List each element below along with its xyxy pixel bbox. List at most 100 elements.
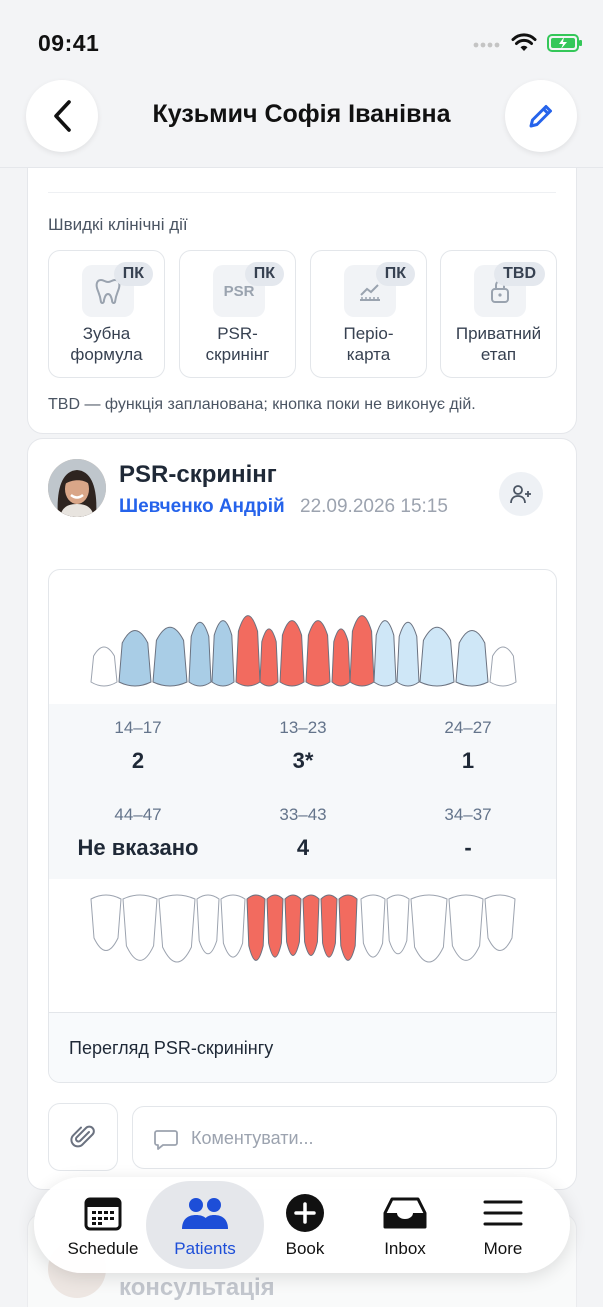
upper-tooth — [349, 615, 375, 687]
timestamp: 22.09.2026 15:15 — [300, 496, 448, 517]
quick-action-label: Зубна формула — [49, 323, 164, 365]
lower-tooth — [302, 894, 320, 956]
upper-tooth — [373, 620, 397, 687]
quick-action-label-line1: Періо- — [343, 324, 394, 343]
paperclip-icon — [70, 1125, 95, 1148]
wifi-icon — [511, 33, 537, 58]
upper-tooth — [419, 626, 455, 687]
tab-label: More — [483, 1239, 523, 1258]
sextant-label: 14–17 — [114, 718, 162, 737]
sextant-value: 3* — [292, 748, 314, 773]
status-bar: 09:41 — [0, 0, 603, 80]
lower-tooth — [448, 894, 484, 961]
tab-label: Inbox — [384, 1239, 426, 1258]
attach-button[interactable] — [48, 1103, 118, 1171]
person-add-icon — [510, 485, 531, 504]
status-badge: ПК — [113, 262, 153, 286]
quick-action-label: Приватний етап — [441, 323, 556, 365]
signal-icon — [473, 37, 501, 55]
tbd-note: TBD — функція запланована; кнопка поки н… — [48, 396, 476, 413]
sextant-label: 34–37 — [444, 805, 492, 824]
sextant-label: 44–47 — [114, 805, 162, 824]
sextant-label: 13–23 — [279, 718, 327, 737]
lower-tooth — [360, 894, 386, 958]
sextant-grid: 14–17 2 13–23 3* 24–27 1 44–47 Не вказан… — [49, 704, 556, 879]
status-badge: ПК — [375, 262, 415, 286]
psr-chart: 14–17 2 13–23 3* 24–27 1 44–47 Не вказан… — [48, 569, 557, 1083]
sextant-cell: 24–27 1 — [383, 718, 553, 774]
upper-tooth — [305, 620, 331, 687]
lower-tooth — [386, 894, 410, 955]
quick-action-label-line1: Приватний — [455, 324, 542, 343]
upper-tooth — [235, 615, 261, 687]
quick-action-dental-formula[interactable]: ПК Зубна формула — [48, 250, 165, 378]
lower-tooth — [484, 894, 516, 951]
comment-placeholder: Коментувати... — [191, 1128, 314, 1148]
edit-button[interactable] — [505, 80, 577, 152]
psr-view-link-label: Перегляд PSR-скринінгу — [69, 1038, 274, 1058]
tab-label: Schedule — [67, 1239, 139, 1258]
calendar-icon — [83, 1191, 123, 1235]
menu-icon — [483, 1191, 523, 1235]
upper-tooth — [396, 621, 420, 687]
sextant-cell: 13–23 3* — [218, 718, 388, 774]
quick-action-label-line1: Зубна — [82, 324, 131, 343]
sextant-cell: 14–17 2 — [53, 718, 223, 774]
quick-action-label-line2: етап — [480, 345, 517, 364]
quick-action-label: Періо- карта — [311, 323, 426, 365]
sextant-value: Не вказано — [77, 835, 199, 860]
lower-tooth — [410, 894, 448, 963]
lower-tooth — [196, 894, 220, 955]
quick-action-label-line2: карта — [346, 345, 391, 364]
sextant-value: 2 — [131, 748, 145, 773]
lower-tooth — [90, 894, 122, 951]
upper-tooth — [118, 630, 152, 687]
battery-icon — [547, 33, 583, 58]
psr-title: PSR-скринінг — [119, 461, 277, 488]
quick-action-label: PSR- скринінг — [180, 323, 295, 365]
patients-icon — [180, 1191, 230, 1235]
sextant-value: 1 — [461, 748, 475, 773]
inbox-icon — [382, 1191, 428, 1235]
lower-tooth — [266, 894, 284, 958]
upper-tooth — [188, 621, 212, 687]
plus-circle-icon — [285, 1191, 325, 1235]
comment-input[interactable]: Коментувати... — [132, 1106, 557, 1169]
sextant-value: - — [464, 835, 472, 860]
quick-action-private-stage[interactable]: TBD Приватний етап — [440, 250, 557, 378]
sextant-label: 24–27 — [444, 718, 492, 737]
quick-action-perio-chart[interactable]: ПК Періо- карта — [310, 250, 427, 378]
sextant-cell: 44–47 Не вказано — [53, 805, 223, 861]
lower-tooth — [284, 894, 302, 956]
quick-action-psr-screening[interactable]: PSR ПК PSR- скринінг — [179, 250, 296, 378]
tab-label: Patients — [174, 1239, 236, 1258]
avatar — [48, 459, 106, 517]
sextant-value: 4 — [296, 835, 310, 860]
psr-view-link[interactable]: Перегляд PSR-скринінгу — [49, 1012, 556, 1082]
quick-action-label-line1: PSR- — [217, 324, 258, 343]
upper-tooth — [489, 646, 517, 687]
quick-actions-label: Швидкі клінічні дії — [48, 215, 188, 234]
status-time: 09:41 — [38, 30, 100, 56]
add-participant-button[interactable] — [499, 472, 543, 516]
upper-tooth — [152, 626, 188, 687]
divider — [48, 192, 556, 193]
tab-label: Book — [285, 1239, 325, 1258]
upper-tooth — [211, 620, 235, 687]
upper-tooth — [455, 630, 489, 687]
tab-more[interactable]: More — [444, 1181, 562, 1269]
pencil-icon — [529, 105, 552, 128]
tab-schedule[interactable]: Schedule — [44, 1181, 162, 1269]
author-link[interactable]: Шевченко Андрій — [119, 496, 285, 518]
quick-action-label-line2: скринінг — [205, 345, 270, 364]
lower-tooth — [246, 894, 266, 961]
upper-tooth — [259, 628, 279, 687]
tab-bar: Schedule Patients Book Inbox More — [34, 1177, 570, 1273]
lower-tooth — [158, 894, 196, 963]
quick-action-label-line2: формула — [70, 345, 143, 364]
upper-teeth-diagram — [90, 615, 517, 687]
upper-tooth — [90, 646, 118, 687]
chat-bubble-icon — [154, 1130, 178, 1150]
status-badge: TBD — [494, 262, 545, 286]
sextant-label: 33–43 — [279, 805, 327, 824]
